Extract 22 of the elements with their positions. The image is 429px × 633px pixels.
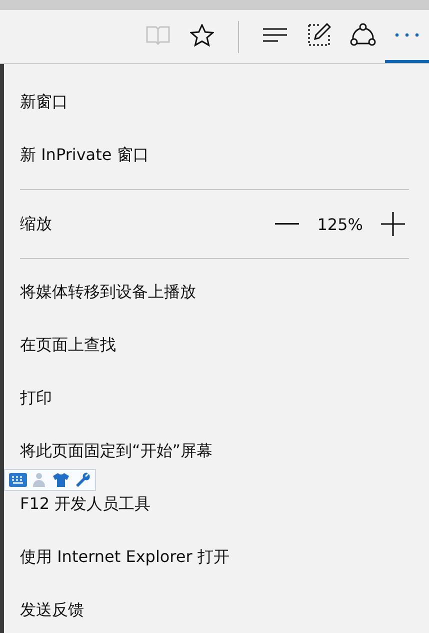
plus-icon — [381, 212, 405, 236]
pen-frame-icon — [307, 23, 331, 47]
minus-icon — [275, 223, 300, 225]
shirt-icon[interactable] — [53, 472, 69, 488]
menu-item[interactable]: 打印 — [0, 372, 429, 425]
keyboard-icon[interactable] — [9, 473, 27, 487]
lines-icon — [263, 27, 287, 43]
zoom-value: 125% — [317, 214, 363, 234]
menu-item[interactable]: 在页面上查找 — [0, 319, 429, 372]
menu-item[interactable]: F12 开发人员工具 — [0, 478, 429, 531]
wrench-icon[interactable] — [75, 472, 91, 488]
menu-item[interactable]: 新窗口 — [0, 76, 429, 129]
book-icon — [146, 25, 170, 45]
menu-item[interactable]: 将媒体转移到设备上播放 — [0, 266, 429, 319]
menu-item[interactable]: 使用 Internet Explorer 打开 — [0, 531, 429, 584]
zoom-label: 缩放 — [20, 214, 52, 234]
menu-item[interactable]: 新 InPrivate 窗口 — [0, 129, 429, 182]
menu-item[interactable]: 发送反馈 — [0, 584, 429, 633]
share-icon — [350, 23, 376, 47]
menu-item[interactable]: 将此页面固定到“开始”屏幕 — [0, 425, 429, 478]
star-icon — [190, 24, 214, 46]
more-icon — [395, 33, 419, 37]
